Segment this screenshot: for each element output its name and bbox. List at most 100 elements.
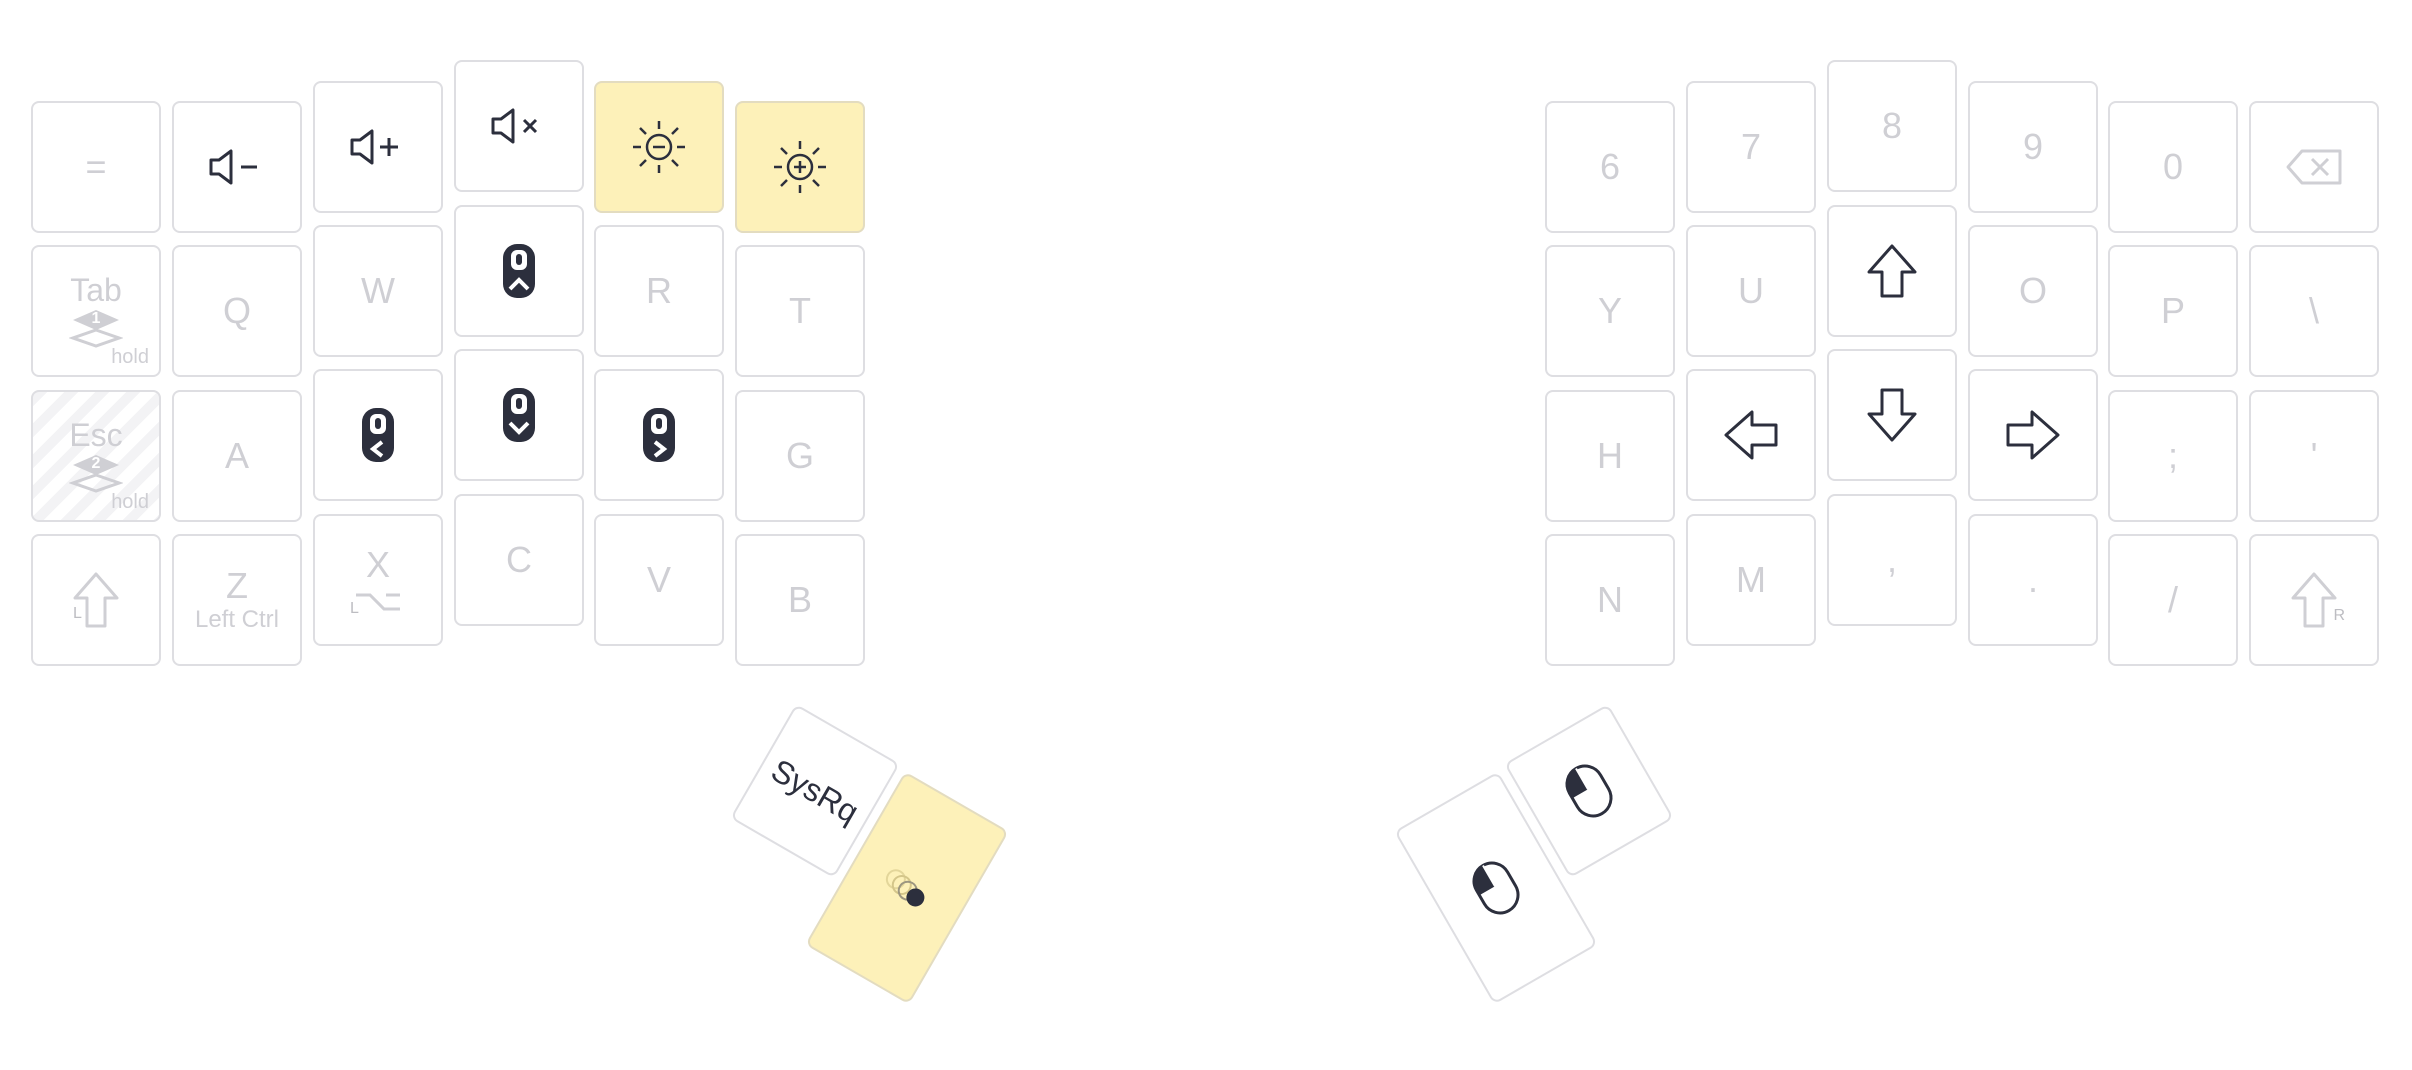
- key-equals[interactable]: =: [31, 101, 161, 233]
- key-label: P: [2160, 290, 2185, 331]
- volume-down-icon: [207, 147, 267, 187]
- key-mouse-down[interactable]: [454, 349, 584, 481]
- key-brightness-up[interactable]: [735, 101, 865, 233]
- layer-icon: 1: [69, 308, 123, 348]
- alt-option-icon: L: [350, 589, 406, 617]
- key-backslash[interactable]: \: [2249, 245, 2379, 377]
- volume-up-icon: [348, 127, 408, 167]
- mouse-acceleration-icon: [871, 856, 943, 921]
- key-quote[interactable]: ': [2249, 390, 2379, 522]
- key-label: C: [506, 539, 532, 580]
- key-label: ;: [2167, 435, 2178, 476]
- key-v[interactable]: V: [594, 514, 724, 646]
- key-label: N: [1597, 579, 1623, 620]
- key-label: 0: [2162, 146, 2184, 187]
- key-q[interactable]: Q: [172, 245, 302, 377]
- key-volume-down[interactable]: [172, 101, 302, 233]
- side-label: L: [73, 605, 82, 622]
- key-label: Esc: [69, 417, 123, 453]
- key-0[interactable]: 0: [2108, 101, 2238, 233]
- key-mouse-left[interactable]: [313, 369, 443, 501]
- key-label: 6: [1599, 146, 1621, 187]
- key-6[interactable]: 6: [1545, 101, 1675, 233]
- key-p[interactable]: P: [2108, 245, 2238, 377]
- key-label: 8: [1881, 105, 1903, 146]
- mouse-move-down-icon: [500, 385, 538, 445]
- key-esc[interactable]: Esc 2 hold: [31, 390, 161, 522]
- key-label: R: [646, 270, 672, 311]
- key-comma[interactable]: ,: [1827, 494, 1957, 626]
- key-label: M: [1736, 559, 1766, 600]
- layer-number: 1: [91, 310, 101, 327]
- key-z[interactable]: Z Left Ctrl: [172, 534, 302, 666]
- key-brightness-down[interactable]: [594, 81, 724, 213]
- key-slash[interactable]: /: [2108, 534, 2238, 666]
- backspace-icon: [2284, 147, 2344, 187]
- key-mouse-right[interactable]: [594, 369, 724, 501]
- key-mouse-up[interactable]: [454, 205, 584, 337]
- key-right-shift[interactable]: R: [2249, 534, 2379, 666]
- key-a[interactable]: A: [172, 390, 302, 522]
- key-arrow-down[interactable]: [1827, 349, 1957, 481]
- key-label: SysRq: [765, 751, 865, 831]
- key-b[interactable]: B: [735, 534, 865, 666]
- key-period[interactable]: .: [1968, 514, 2098, 646]
- key-label: ,: [1886, 539, 1897, 580]
- key-label: T: [789, 290, 811, 331]
- key-label: \: [2308, 290, 2319, 331]
- arrow-up-icon: [1865, 242, 1919, 300]
- key-label: X: [365, 544, 390, 585]
- key-x[interactable]: X L: [313, 514, 443, 646]
- hold-label: hold: [111, 491, 149, 513]
- key-label: W: [361, 270, 395, 311]
- key-arrow-right[interactable]: [1968, 369, 2098, 501]
- key-label: G: [785, 435, 814, 476]
- key-tab[interactable]: Tab 1 hold: [31, 245, 161, 377]
- key-label: .: [2027, 559, 2038, 600]
- key-volume-mute[interactable]: [454, 60, 584, 192]
- key-label: O: [2018, 270, 2047, 311]
- key-sublabel: Left Ctrl: [194, 606, 280, 633]
- key-g[interactable]: G: [735, 390, 865, 522]
- arrow-left-icon: [1722, 408, 1780, 462]
- key-m[interactable]: M: [1686, 514, 1816, 646]
- layer-icon: 2: [69, 453, 123, 493]
- key-label: U: [1738, 270, 1764, 311]
- key-o[interactable]: O: [1968, 225, 2098, 357]
- key-arrow-left[interactable]: [1686, 369, 1816, 501]
- key-label: B: [787, 579, 812, 620]
- key-label: Q: [222, 290, 251, 331]
- side-label: L: [350, 600, 359, 617]
- key-y[interactable]: Y: [1545, 245, 1675, 377]
- key-left-shift[interactable]: L: [31, 534, 161, 666]
- key-w[interactable]: W: [313, 225, 443, 357]
- key-arrow-up[interactable]: [1827, 205, 1957, 337]
- key-label: =: [85, 146, 107, 187]
- key-label: Y: [1597, 290, 1622, 331]
- shift-icon: [2289, 570, 2339, 630]
- keyboard-layout: = Tab 1 hold Q W R T Esc 2 hold A G L Z …: [0, 0, 2412, 1070]
- key-semicolon[interactable]: ;: [2108, 390, 2238, 522]
- key-volume-up[interactable]: [313, 81, 443, 213]
- key-label: Z: [226, 565, 248, 606]
- key-t[interactable]: T: [735, 245, 865, 377]
- key-label: V: [646, 559, 671, 600]
- arrow-down-icon: [1865, 386, 1919, 444]
- key-c[interactable]: C: [454, 494, 584, 626]
- key-label: 7: [1740, 126, 1762, 167]
- key-n[interactable]: N: [1545, 534, 1675, 666]
- hold-label: hold: [111, 346, 149, 368]
- key-backspace[interactable]: [2249, 101, 2379, 233]
- key-r[interactable]: R: [594, 225, 724, 357]
- key-8[interactable]: 8: [1827, 60, 1957, 192]
- arrow-right-icon: [2004, 408, 2062, 462]
- key-u[interactable]: U: [1686, 225, 1816, 357]
- key-h[interactable]: H: [1545, 390, 1675, 522]
- key-9[interactable]: 9: [1968, 81, 2098, 213]
- key-label: Tab: [70, 272, 122, 308]
- layer-number: 2: [91, 455, 101, 472]
- key-label: 9: [2022, 126, 2044, 167]
- key-7[interactable]: 7: [1686, 81, 1816, 213]
- volume-mute-icon: [489, 106, 549, 146]
- key-label: H: [1597, 435, 1623, 476]
